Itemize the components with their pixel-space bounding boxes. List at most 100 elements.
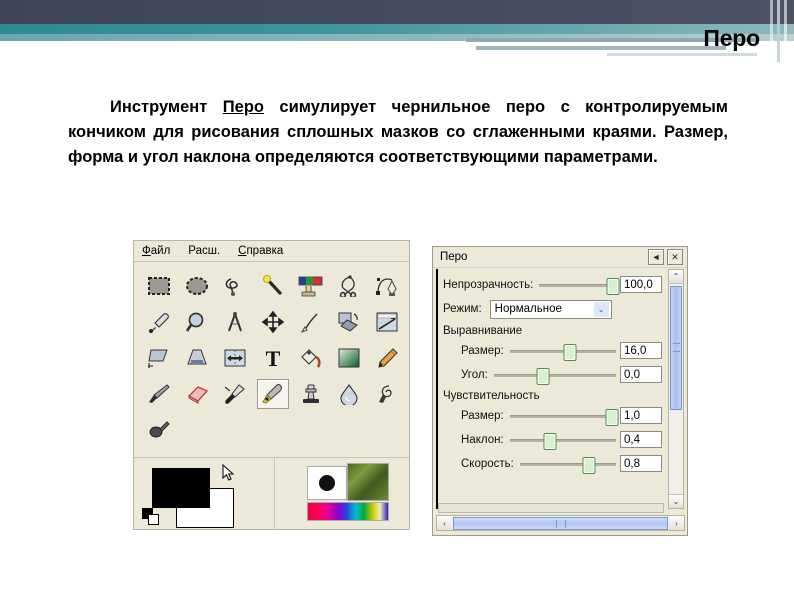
scroll-down-button[interactable]: ⌄ <box>669 494 683 508</box>
sensitivity-tilt-label: Наклон: <box>461 433 504 446</box>
adjustment-size-slider[interactable] <box>509 343 616 361</box>
header-vertical-bar-1 <box>770 0 773 62</box>
brush-shape-dot <box>319 475 335 491</box>
tool-move[interactable] <box>257 307 289 337</box>
sensitivity-speed-slider[interactable] <box>519 456 616 474</box>
chevron-down-icon[interactable]: ⌄ <box>593 301 609 317</box>
tool-paintbrush[interactable] <box>143 379 175 409</box>
tool-clone[interactable] <box>295 379 327 409</box>
by-color-select-icon <box>298 276 323 297</box>
measure-icon <box>228 312 242 332</box>
rotate-icon <box>338 312 358 332</box>
tool-bucket-fill[interactable] <box>295 343 327 373</box>
scroll-right-button[interactable]: › <box>669 516 684 530</box>
menu-item-file-tail: айл <box>150 245 171 257</box>
tool-by-color-select[interactable] <box>295 271 327 301</box>
sensitivity-size-value[interactable]: 1,0 <box>620 407 662 424</box>
color-picker-icon <box>149 313 169 333</box>
adjustment-size-value[interactable]: 16,0 <box>620 342 662 359</box>
tool-measure[interactable] <box>219 307 251 337</box>
horizontal-scroll-thumb[interactable] <box>453 516 668 530</box>
ink-horizontal-scrollbar[interactable]: ‹ › <box>436 515 685 531</box>
reset-white-square <box>148 514 159 525</box>
active-brush-swatch[interactable] <box>307 466 347 500</box>
sensitivity-tilt-row: Наклон: 0,4 <box>443 428 662 451</box>
tool-crop[interactable] <box>371 307 403 337</box>
tool-fuzzy-select[interactable] <box>257 271 289 301</box>
tool-pencil[interactable] <box>371 343 403 373</box>
adjustment-angle-slider-thumb[interactable] <box>536 367 550 385</box>
sensitivity-speed-slider-thumb[interactable] <box>582 456 596 474</box>
tool-zoom[interactable] <box>181 307 213 337</box>
ink-inner-horizontal-bar <box>438 503 664 513</box>
adjustment-angle-slider[interactable] <box>493 367 616 385</box>
tool-gradient[interactable] <box>333 343 365 373</box>
paths-icon <box>376 278 397 296</box>
tool-paths[interactable] <box>371 271 403 301</box>
adjustment-angle-slider-track <box>493 373 616 377</box>
zoom-icon <box>185 312 204 332</box>
menu-button[interactable]: ◄ <box>648 249 664 265</box>
mode-select[interactable]: Нормальное ⌄ <box>489 299 612 319</box>
tool-flip[interactable] <box>219 343 251 373</box>
sensitivity-tilt-slider-thumb[interactable] <box>543 432 557 450</box>
mode-selected-value: Нормальное <box>494 303 562 315</box>
close-button[interactable]: ✕ <box>667 249 683 265</box>
sensitivity-size-row: Размер: 1,0 <box>443 404 662 427</box>
menu-item-help[interactable]: Справка <box>238 245 283 257</box>
sensitivity-tilt-value[interactable]: 0,4 <box>620 431 662 448</box>
tool-free-select[interactable] <box>219 271 251 301</box>
pencil-icon <box>378 348 398 368</box>
sensitivity-tilt-slider[interactable] <box>509 432 616 450</box>
toolbox-menubar: Файл Расш. Справка <box>134 241 409 262</box>
opacity-slider[interactable] <box>539 277 620 295</box>
sensitivity-speed-value[interactable]: 0,8 <box>620 455 662 472</box>
tool-perspective[interactable] <box>181 343 213 373</box>
adjustment-angle-row: Угол: 0,0 <box>443 363 662 386</box>
tool-align[interactable] <box>295 307 327 337</box>
sensitivity-size-slider[interactable] <box>509 408 619 426</box>
shear-icon <box>148 349 168 368</box>
adjustment-section-heading: Выравнивание <box>443 325 523 337</box>
tool-shear[interactable] <box>143 343 175 373</box>
tool-smudge[interactable] <box>371 379 403 409</box>
tool-grid: T <box>134 262 409 448</box>
tool-rotate[interactable] <box>333 307 365 337</box>
scroll-left-button[interactable]: ‹ <box>437 516 452 530</box>
ink-options-window: Перо ◄ ✕ Непрозрачность: 100,0 Режим: Но… <box>432 246 688 536</box>
vertical-scroll-thumb[interactable] <box>670 286 682 410</box>
tool-color-picker[interactable] <box>143 307 175 337</box>
tool-ellipse-select[interactable] <box>181 271 213 301</box>
sensitivity-size-slider-track <box>509 414 616 418</box>
scroll-up-button[interactable]: ⌃ <box>669 270 683 284</box>
text-icon: T <box>266 347 281 369</box>
menu-item-extensions[interactable]: Расш. <box>188 245 220 257</box>
sensitivity-size-slider-thumb[interactable] <box>605 408 619 426</box>
opacity-value[interactable]: 100,0 <box>620 276 662 293</box>
ink-vertical-scrollbar[interactable]: ⌃ ⌄ <box>668 269 684 509</box>
opacity-label: Непрозрачность: <box>443 278 534 291</box>
mode-label: Режим: <box>443 303 482 315</box>
adjustment-size-label: Размер: <box>461 344 504 357</box>
active-gradient-swatch[interactable] <box>307 502 389 521</box>
reset-colors-button[interactable] <box>142 508 159 525</box>
menu-item-help-tail: правка <box>246 245 284 257</box>
tool-airbrush[interactable] <box>219 379 251 409</box>
opacity-slider-thumb[interactable] <box>606 277 620 295</box>
tool-rect-select[interactable] <box>143 271 175 301</box>
fuzzy-select-icon <box>262 275 282 295</box>
bucket-fill-icon <box>301 349 321 368</box>
foreground-color-swatch[interactable] <box>152 468 210 508</box>
tool-blur-sharpen[interactable] <box>333 379 365 409</box>
tool-ink[interactable] <box>257 379 289 409</box>
toolbox-window: Файл Расш. Справка T <box>133 240 410 530</box>
tool-eraser[interactable] <box>181 379 213 409</box>
tool-text[interactable]: T <box>257 343 289 373</box>
adjustment-angle-label: Угол: <box>461 368 488 381</box>
adjustment-size-slider-thumb[interactable] <box>563 343 577 361</box>
tool-scissors-select[interactable] <box>333 271 365 301</box>
tool-dodge-burn[interactable] <box>143 415 175 445</box>
menu-item-file[interactable]: Файл <box>142 245 170 257</box>
adjustment-angle-value[interactable]: 0,0 <box>620 366 662 383</box>
active-pattern-swatch[interactable] <box>347 463 389 501</box>
